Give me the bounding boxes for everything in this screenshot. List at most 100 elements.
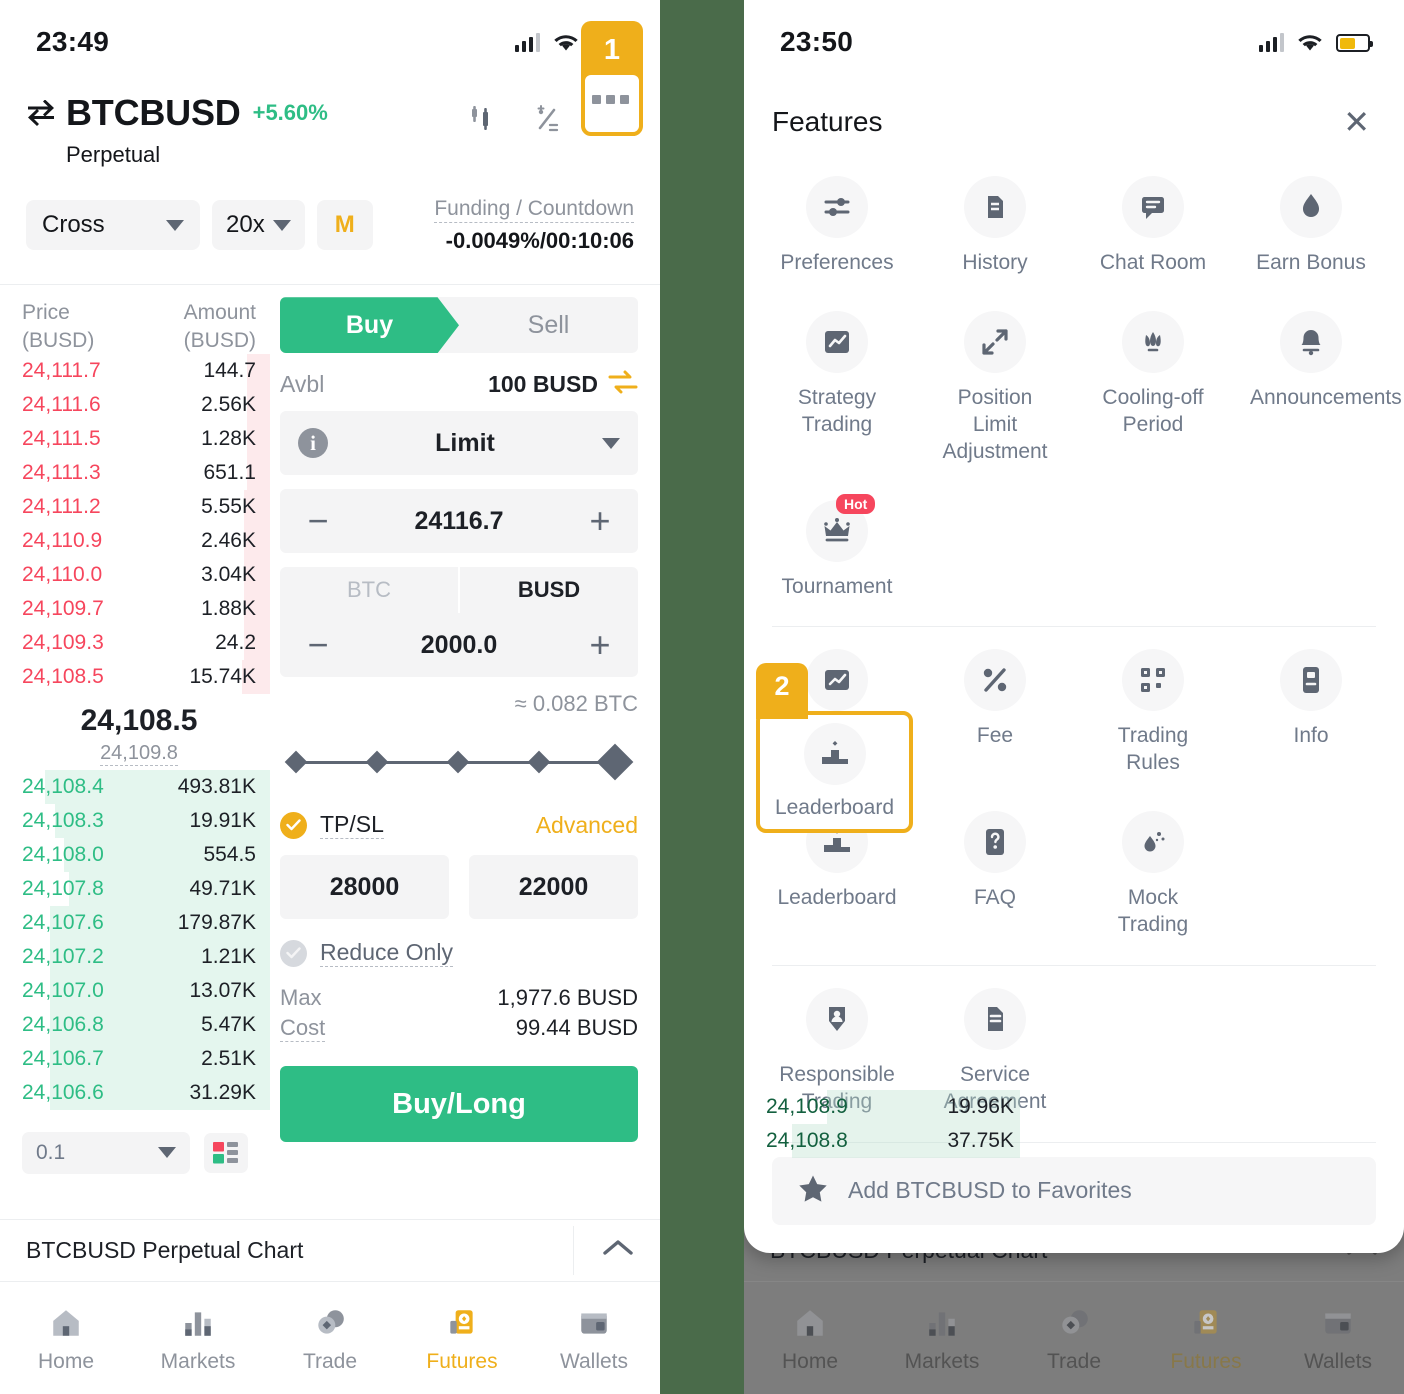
- orderbook-price: 24,111.7: [22, 358, 101, 382]
- tab-wallets[interactable]: Wallets: [528, 1302, 660, 1374]
- feature-label: Info: [1293, 724, 1329, 748]
- tpsl-checkbox[interactable]: [280, 811, 307, 839]
- candlestick-chart-icon[interactable]: [456, 94, 514, 146]
- orderbook-row[interactable]: 24,111.3 651.1: [22, 455, 270, 490]
- amount-input[interactable]: 2000.0: [338, 631, 580, 660]
- orderbook-row[interactable]: 24,106.6 31.29K: [22, 1075, 270, 1110]
- funding-value: -0.0049%/00:10:06: [445, 228, 634, 254]
- cost-label: Cost: [280, 1015, 326, 1043]
- feature-history[interactable]: History: [916, 164, 1074, 299]
- buy-tab[interactable]: Buy: [280, 297, 459, 354]
- tick-size-select[interactable]: 0.1: [22, 1131, 190, 1174]
- swap-pair-icon[interactable]: [26, 99, 56, 126]
- orderbook-row[interactable]: 24,106.7 2.51K: [22, 1041, 270, 1076]
- tab-trade[interactable]: Trade: [1008, 1302, 1140, 1374]
- feature-mock-trading[interactable]: Mock Trading: [1074, 799, 1232, 961]
- add-to-favorites-button[interactable]: Add BTCBUSD to Favorites: [772, 1156, 1376, 1225]
- feature-faq[interactable]: FAQ: [916, 799, 1074, 961]
- price-input[interactable]: 24116.7: [338, 507, 580, 536]
- amount-approx-value: ≈ 0.082 BTC: [514, 691, 638, 717]
- price-decrement-button[interactable]: −: [298, 503, 338, 539]
- sell-tab[interactable]: Sell: [459, 297, 638, 353]
- slider-tick-0[interactable]: [284, 750, 308, 774]
- close-icon[interactable]: ✕: [1343, 106, 1370, 138]
- unit-tab-quote[interactable]: BUSD: [458, 567, 638, 614]
- feature-position-limit-adjustment[interactable]: Position Limit Adjustment: [916, 299, 1074, 488]
- feature-earn-bonus[interactable]: Earn Bonus: [1232, 164, 1390, 299]
- orderbook-layout-icon[interactable]: [204, 1132, 248, 1173]
- feature-chat-room[interactable]: Chat Room: [1074, 164, 1232, 299]
- slider-tick-75[interactable]: [527, 750, 551, 774]
- orderbook-amount: 5.55K: [201, 494, 256, 518]
- orderbook-row[interactable]: 24,108.5 15.74K: [22, 659, 270, 694]
- take-profit-input[interactable]: 28000: [280, 855, 449, 920]
- tab-trade[interactable]: Trade: [264, 1302, 396, 1374]
- slider-handle[interactable]: [596, 743, 634, 781]
- feature-strategy-trading[interactable]: Strategy Trading: [758, 299, 916, 488]
- feature-fee[interactable]: Fee: [916, 637, 1074, 799]
- slider-tick-25[interactable]: [365, 750, 389, 774]
- more-horizontal-icon-highlighted[interactable]: [592, 95, 629, 104]
- bg-orderbook-row[interactable]: 24,108.9 19.96K: [766, 1090, 1020, 1124]
- funding-countdown[interactable]: Funding / Countdown -0.0049%/00:10:06: [434, 196, 634, 254]
- orderbook-row[interactable]: 24,107.0 13.07K: [22, 973, 270, 1008]
- bg-orderbook-amount: 19.96K: [947, 1095, 1014, 1118]
- mode-flag-button[interactable]: M: [316, 200, 373, 251]
- leaderboard-feature-highlighted[interactable]: Leaderboard: [756, 711, 913, 833]
- amount-percent-slider[interactable]: [284, 743, 634, 781]
- orderbook-row[interactable]: 24,109.7 1.88K: [22, 591, 270, 626]
- chart-strip-left[interactable]: BTCBUSD Perpetual Chart: [0, 1219, 660, 1281]
- amount-stepper[interactable]: − 2000.0 +: [280, 613, 638, 678]
- page-title[interactable]: BTCBUSD: [66, 92, 241, 134]
- orderbook-row[interactable]: 24,107.8 49.71K: [22, 871, 270, 906]
- stop-loss-input[interactable]: 22000: [469, 855, 638, 920]
- unit-tab-base[interactable]: BTC: [280, 567, 458, 614]
- tab-futures[interactable]: Futures: [396, 1302, 528, 1374]
- orderbook-row[interactable]: 24,108.0 554.5: [22, 837, 270, 872]
- feature-cooling-off-period[interactable]: Cooling-off Period: [1074, 299, 1232, 488]
- amount-increment-button[interactable]: +: [580, 627, 620, 663]
- feature-preferences[interactable]: Preferences: [758, 164, 916, 299]
- feature-trading-rules[interactable]: Trading Rules: [1074, 637, 1232, 799]
- buy-long-button[interactable]: Buy/Long: [280, 1066, 638, 1143]
- reduce-only-row[interactable]: Reduce Only: [280, 939, 638, 968]
- amount-decrement-button[interactable]: −: [298, 627, 338, 663]
- margin-mode-selector[interactable]: Cross: [26, 200, 200, 251]
- feature-announcements[interactable]: Announcements: [1232, 299, 1402, 488]
- feature-tournament[interactable]: Hot Tournament: [758, 488, 916, 623]
- bg-orderbook-row[interactable]: 24,108.8 37.75K: [766, 1124, 1020, 1158]
- advanced-button[interactable]: Advanced: [536, 812, 638, 839]
- tab-markets[interactable]: Markets: [132, 1302, 264, 1374]
- orderbook-row[interactable]: 24,107.6 179.87K: [22, 905, 270, 940]
- orderbook-row[interactable]: 24,111.6 2.56K: [22, 387, 270, 422]
- feature-info[interactable]: Info: [1232, 637, 1390, 799]
- orderbook-row[interactable]: 24,110.0 3.04K: [22, 557, 270, 592]
- calculator-icon[interactable]: [520, 94, 578, 146]
- slider-tick-50[interactable]: [446, 750, 470, 774]
- info-icon[interactable]: i: [298, 428, 328, 459]
- orderbook-row[interactable]: 24,111.2 5.55K: [22, 489, 270, 524]
- orderbook-row[interactable]: 24,107.2 1.21K: [22, 939, 270, 974]
- orderbook-row[interactable]: 24,111.7 144.7: [22, 353, 270, 388]
- tab-wallets[interactable]: Wallets: [1272, 1302, 1404, 1374]
- transfer-arrows-icon[interactable]: [608, 370, 638, 399]
- orderbook-row[interactable]: 24,108.3 19.91K: [22, 803, 270, 838]
- tab-futures[interactable]: Futures: [1140, 1302, 1272, 1374]
- chevron-up-icon[interactable]: [602, 1238, 634, 1263]
- price-increment-button[interactable]: +: [580, 503, 620, 539]
- orderbook-row[interactable]: 24,111.5 1.28K: [22, 421, 270, 456]
- leverage-selector[interactable]: 20x: [212, 200, 305, 251]
- orderbook-amount: 31.29K: [189, 1080, 256, 1104]
- tab-markets[interactable]: Markets: [876, 1302, 1008, 1374]
- order-type-select[interactable]: i Limit: [280, 411, 638, 476]
- price-stepper[interactable]: − 24116.7 +: [280, 489, 638, 554]
- orderbook-row[interactable]: 24,108.4 493.81K: [22, 769, 270, 804]
- bell-icon: [1280, 310, 1342, 373]
- home-icon: [793, 1302, 827, 1340]
- reduce-only-checkbox[interactable]: [280, 939, 307, 967]
- tab-home[interactable]: Home: [0, 1302, 132, 1374]
- orderbook-row[interactable]: 24,106.8 5.47K: [22, 1007, 270, 1042]
- orderbook-row[interactable]: 24,109.3 24.2: [22, 625, 270, 660]
- tab-home[interactable]: Home: [744, 1302, 876, 1374]
- orderbook-row[interactable]: 24,110.9 2.46K: [22, 523, 270, 558]
